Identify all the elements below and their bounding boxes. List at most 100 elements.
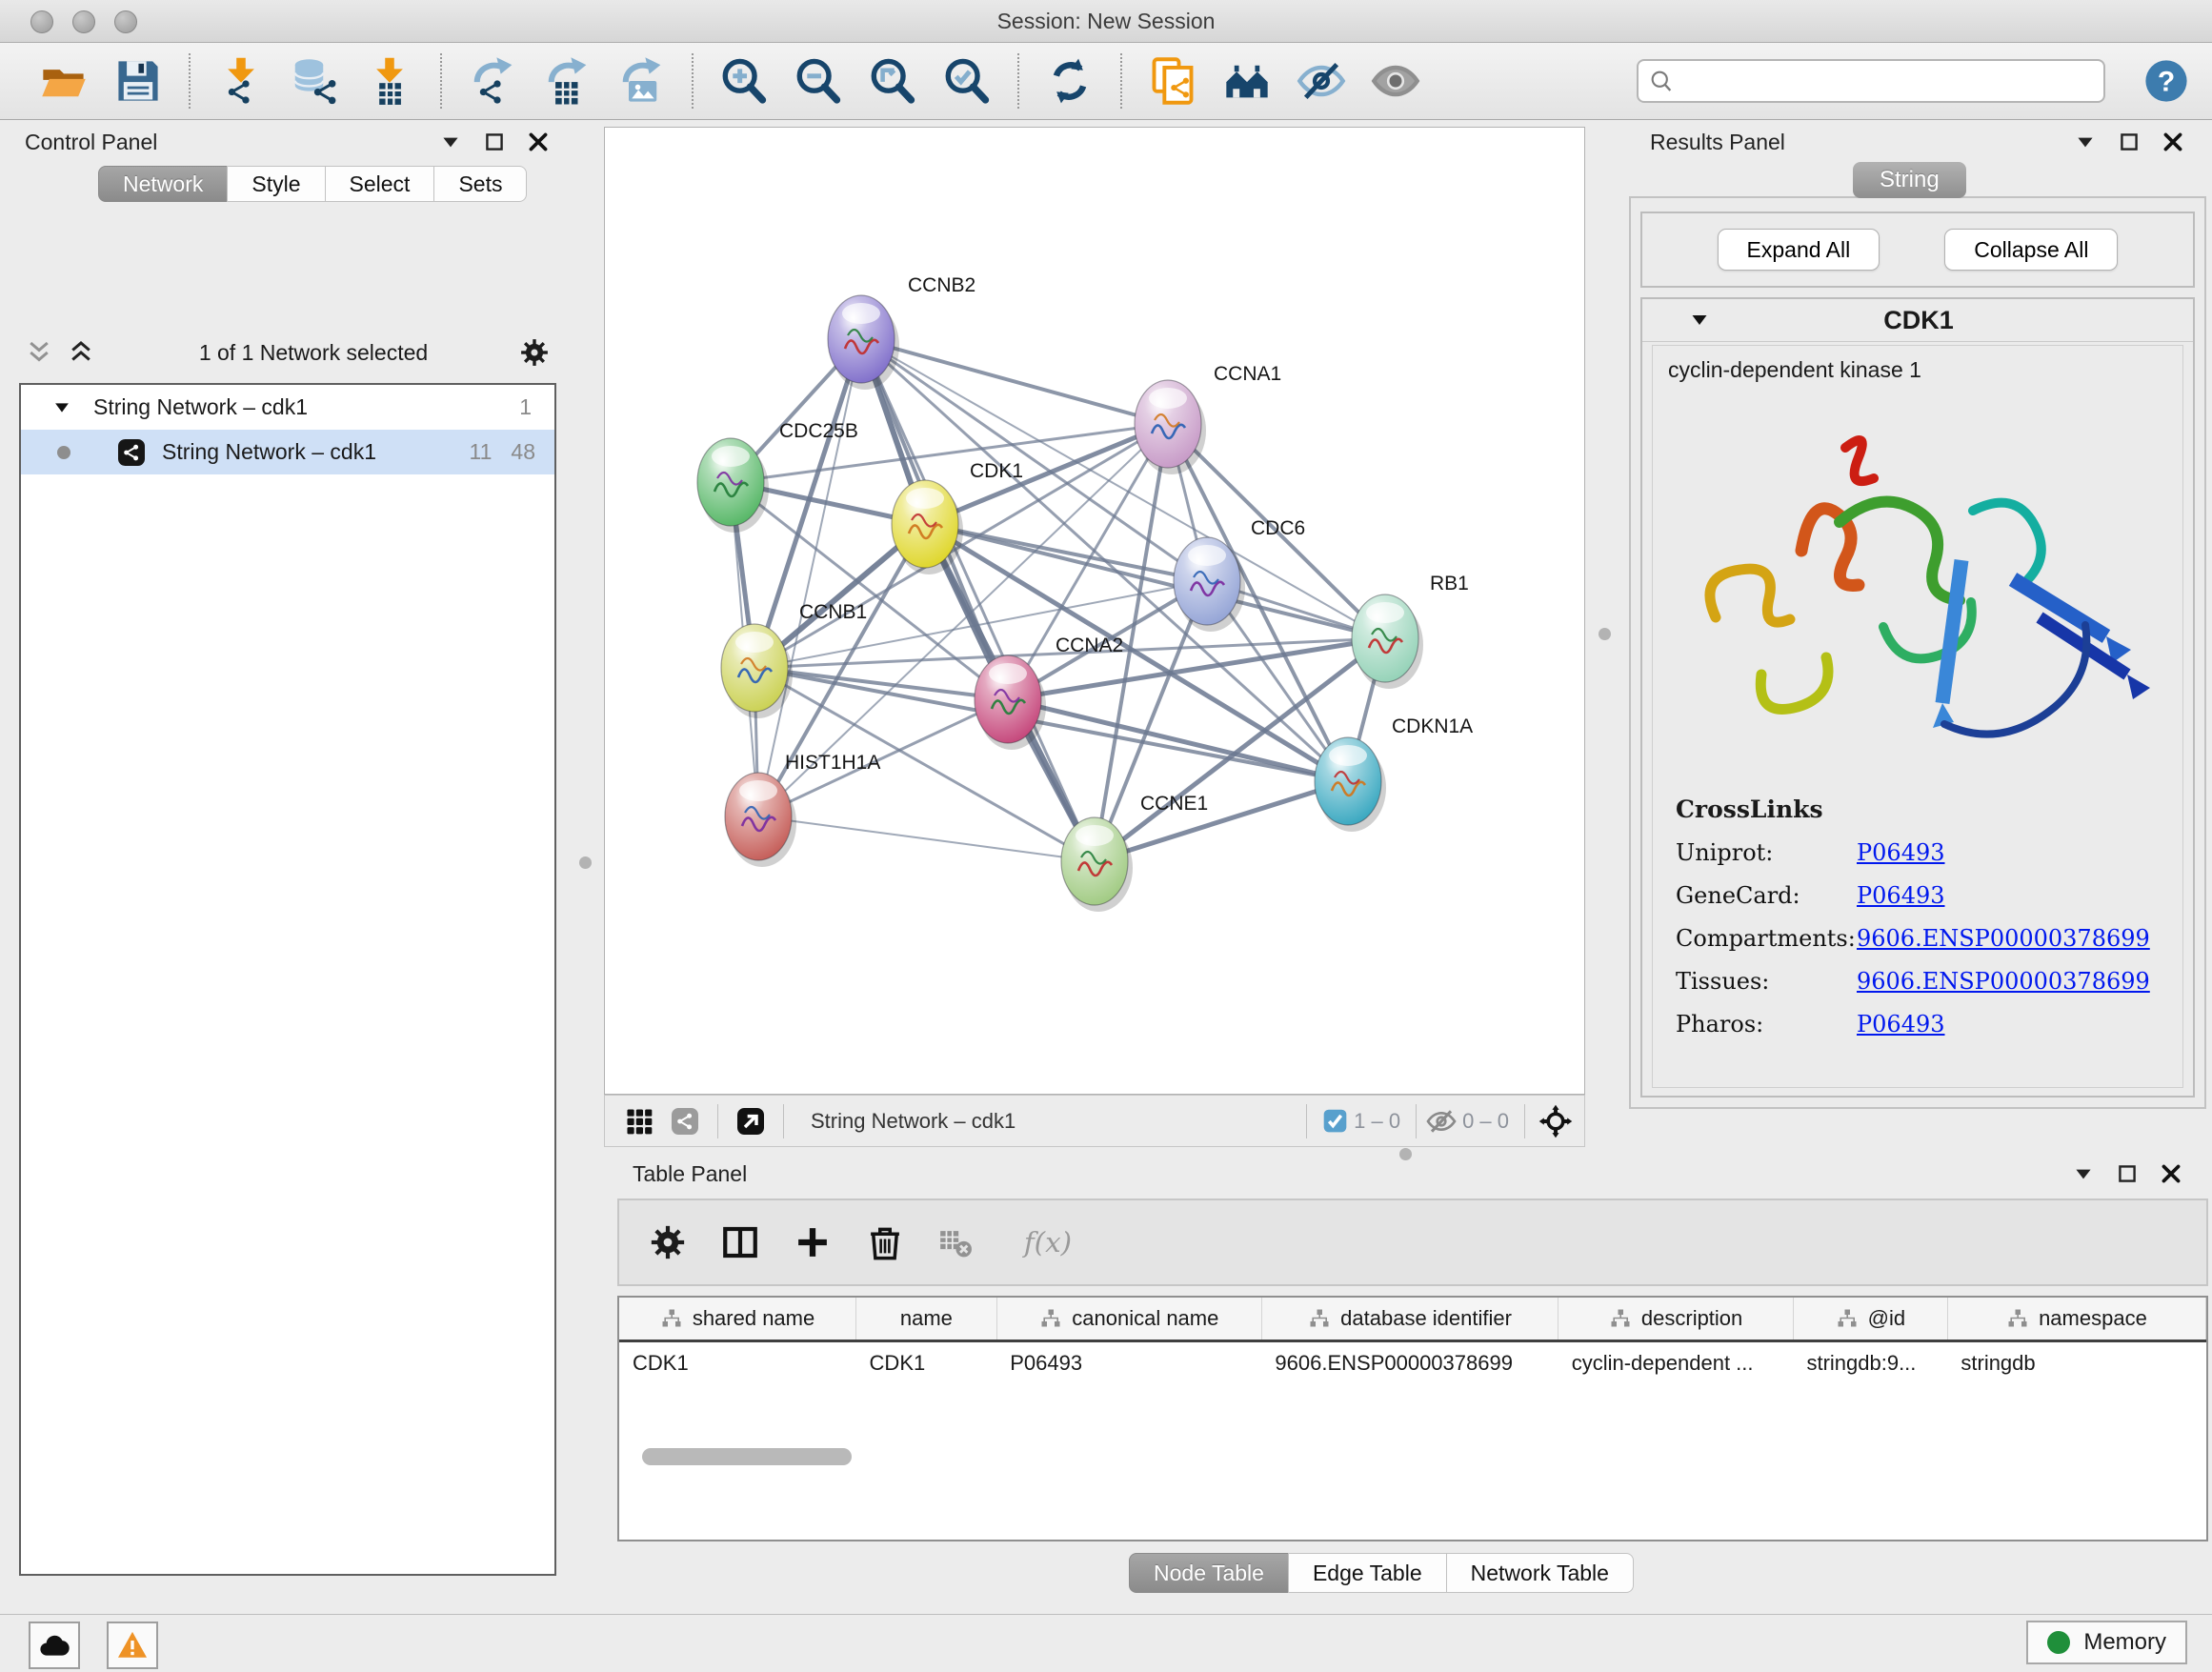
tab-network-table[interactable]: Network Table xyxy=(1446,1553,1634,1593)
triangle-down-icon[interactable] xyxy=(51,397,72,418)
warning-button[interactable] xyxy=(107,1622,158,1669)
network-node-RB1[interactable] xyxy=(1352,594,1423,689)
string-badge-icon[interactable] xyxy=(670,1106,700,1137)
tab-select[interactable]: Select xyxy=(325,166,435,202)
network-node-HIST1H1A[interactable] xyxy=(725,773,796,867)
network-canvas[interactable]: CCNB2CCNA1CDC25BCDK1CDC6RB1CCNB1CCNA2CDK… xyxy=(604,127,1585,1095)
gear-icon[interactable] xyxy=(518,336,551,369)
export-image-icon[interactable] xyxy=(616,56,666,106)
tab-style[interactable]: Style xyxy=(227,166,325,202)
birdseye-icon[interactable] xyxy=(1538,1104,1573,1138)
table-cell[interactable]: P06493 xyxy=(996,1341,1261,1385)
network-edge[interactable] xyxy=(861,339,1095,861)
save-session-icon[interactable] xyxy=(113,56,163,106)
vertical-splitter-handle[interactable] xyxy=(1599,628,1611,640)
selected-checkbox-icon[interactable] xyxy=(1322,1108,1348,1134)
network-node-CCNE1[interactable] xyxy=(1061,817,1133,912)
panel-menu-icon[interactable] xyxy=(438,130,463,154)
network-node-CDKN1A[interactable] xyxy=(1315,737,1386,832)
import-network-file-icon[interactable] xyxy=(216,56,266,106)
add-column-icon[interactable] xyxy=(793,1222,833,1262)
gear-icon[interactable] xyxy=(648,1222,688,1262)
table-cell[interactable]: cyclin-dependent ... xyxy=(1558,1341,1794,1385)
zoom-out-icon[interactable] xyxy=(794,56,843,106)
crosslink-compartments[interactable]: 9606.ENSP00000378699 xyxy=(1857,925,2150,952)
network-collection-row[interactable]: String Network – cdk1 1 xyxy=(21,385,554,430)
tab-string[interactable]: String xyxy=(1853,162,1966,198)
network-edge[interactable] xyxy=(758,816,1095,861)
open-session-icon[interactable] xyxy=(39,56,89,106)
memory-button[interactable]: Memory xyxy=(2026,1621,2187,1664)
panel-close-icon[interactable] xyxy=(526,130,551,154)
vertical-splitter-handle[interactable] xyxy=(579,856,592,869)
column-header-description[interactable]: description xyxy=(1558,1298,1794,1341)
panel-float-icon[interactable] xyxy=(482,130,507,154)
toolbar-separator xyxy=(1017,53,1019,109)
import-table-icon[interactable] xyxy=(365,56,414,106)
column-header-canonical-name[interactable]: canonical name xyxy=(996,1298,1261,1341)
table-row[interactable]: CDK1CDK1P064939606.ENSP00000378699cyclin… xyxy=(619,1341,2206,1385)
copy-network-icon[interactable] xyxy=(1148,56,1197,106)
network-edge[interactable] xyxy=(1095,781,1348,861)
crosslink-pharos[interactable]: P06493 xyxy=(1857,1011,1945,1037)
collapse-all-icon[interactable] xyxy=(25,338,53,367)
network-edge[interactable] xyxy=(758,339,861,816)
network-node-CCNB1[interactable] xyxy=(721,624,793,718)
table-cell[interactable]: stringdb xyxy=(1947,1341,2205,1385)
panel-menu-icon[interactable] xyxy=(2071,1161,2096,1186)
collapse-all-button[interactable]: Collapse All xyxy=(1944,229,2118,271)
node-table[interactable]: shared namenamecanonical namedatabase id… xyxy=(617,1296,2208,1541)
panel-float-icon[interactable] xyxy=(2117,130,2142,154)
table-cell[interactable]: CDK1 xyxy=(856,1341,997,1385)
panel-close-icon[interactable] xyxy=(2161,130,2185,154)
expand-all-button[interactable]: Expand All xyxy=(1718,229,1880,271)
network-node-CCNA2[interactable] xyxy=(975,655,1046,750)
crosslink-tissues[interactable]: 9606.ENSP00000378699 xyxy=(1857,968,2150,995)
cloud-button[interactable] xyxy=(29,1622,80,1669)
tab-node-table[interactable]: Node Table xyxy=(1129,1553,1289,1593)
column-header-database-identifier[interactable]: database identifier xyxy=(1261,1298,1558,1341)
panel-float-icon[interactable] xyxy=(2115,1161,2140,1186)
zoom-selected-icon[interactable] xyxy=(942,56,992,106)
column-header-name[interactable]: name xyxy=(856,1298,997,1341)
network-node-CCNB2[interactable] xyxy=(828,295,899,390)
open-external-icon[interactable] xyxy=(735,1106,766,1137)
crosslink-genecard[interactable]: P06493 xyxy=(1857,882,1945,909)
tab-network[interactable]: Network xyxy=(98,166,228,202)
gene-section-header[interactable]: CDK1 xyxy=(1642,299,2193,342)
split-columns-icon[interactable] xyxy=(720,1222,760,1262)
triangle-down-icon[interactable] xyxy=(1688,309,1711,332)
table-cell[interactable]: CDK1 xyxy=(619,1341,856,1385)
table-cell[interactable]: stringdb:9... xyxy=(1793,1341,1947,1385)
panel-close-icon[interactable] xyxy=(2159,1161,2183,1186)
panel-menu-icon[interactable] xyxy=(2073,130,2098,154)
column-header-namespace[interactable]: namespace xyxy=(1947,1298,2205,1341)
help-button[interactable]: ? xyxy=(2143,58,2189,104)
search-field[interactable] xyxy=(1637,59,2105,103)
grid-view-icon[interactable] xyxy=(624,1106,654,1137)
table-cell[interactable]: 9606.ENSP00000378699 xyxy=(1261,1341,1558,1385)
first-neighbors-icon[interactable] xyxy=(1222,56,1272,106)
export-table-icon[interactable] xyxy=(542,56,592,106)
hide-selected-icon[interactable] xyxy=(1297,56,1346,106)
trash-icon[interactable] xyxy=(865,1222,905,1262)
expand-all-icon[interactable] xyxy=(67,338,95,367)
show-all-icon[interactable] xyxy=(1371,56,1420,106)
tree-icon xyxy=(1609,1307,1632,1330)
export-network-icon[interactable] xyxy=(468,56,517,106)
search-input[interactable] xyxy=(1680,68,2094,94)
column-header-shared-name[interactable]: shared name xyxy=(619,1298,856,1341)
hidden-eye-icon[interactable] xyxy=(1426,1106,1457,1137)
import-network-database-icon[interactable] xyxy=(291,56,340,106)
network-row-selected[interactable]: String Network – cdk1 11 48 xyxy=(21,430,554,474)
tab-edge-table[interactable]: Edge Table xyxy=(1288,1553,1447,1593)
crosslink-uniprot[interactable]: P06493 xyxy=(1857,839,1945,866)
refresh-icon[interactable] xyxy=(1045,56,1095,106)
zoom-fit-icon[interactable] xyxy=(868,56,917,106)
column-header--id[interactable]: @id xyxy=(1793,1298,1947,1341)
tab-sets[interactable]: Sets xyxy=(433,166,527,202)
network-edge[interactable] xyxy=(1008,699,1348,781)
zoom-in-icon[interactable] xyxy=(719,56,769,106)
horizontal-splitter-handle[interactable] xyxy=(1399,1148,1412,1160)
horizontal-scrollbar[interactable] xyxy=(642,1448,852,1465)
